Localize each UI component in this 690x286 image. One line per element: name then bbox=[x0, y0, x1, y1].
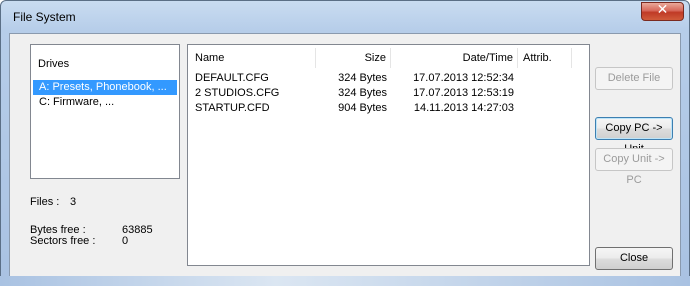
file-size: 324 Bytes bbox=[338, 72, 387, 84]
delete-file-button[interactable]: Delete File bbox=[595, 67, 673, 90]
column-header-name[interactable]: Name bbox=[188, 48, 316, 68]
files-count-value: 3 bbox=[70, 196, 77, 208]
sectors-free-label: Sectors free : bbox=[30, 235, 96, 247]
file-name: STARTUP.CFD bbox=[195, 102, 270, 114]
dialog-client-area: Drives A: Presets, Phonebook, ... C: Fir… bbox=[9, 33, 681, 277]
file-size: 904 Bytes bbox=[338, 102, 387, 114]
title-bar[interactable]: File System ✕ bbox=[1, 1, 689, 33]
column-header-datetime[interactable]: Date/Time bbox=[391, 48, 518, 68]
window-title: File System bbox=[13, 10, 76, 24]
file-datetime: 14.11.2013 14:27:03 bbox=[413, 102, 514, 114]
close-icon: ✕ bbox=[656, 2, 669, 18]
file-datetime: 17.07.2013 12:52:34 bbox=[413, 72, 514, 84]
file-name: 2 STUDIOS.CFG bbox=[195, 87, 280, 99]
file-size: 324 Bytes bbox=[338, 87, 387, 99]
window-close-button[interactable]: ✕ bbox=[641, 2, 684, 21]
drives-list[interactable]: Drives A: Presets, Phonebook, ... C: Fir… bbox=[30, 44, 180, 179]
copy-unit-to-pc-button[interactable]: Copy Unit -> PC bbox=[595, 148, 673, 186]
files-count-label: Files : bbox=[30, 196, 60, 208]
copy-pc-to-unit-button[interactable]: Copy PC -> Unit bbox=[595, 117, 673, 155]
file-system-window: File System ✕ Drives A: Presets, Phonebo… bbox=[0, 0, 690, 286]
file-name: DEFAULT.CFG bbox=[195, 72, 269, 84]
sectors-free-value: 0 bbox=[122, 235, 129, 247]
files-list-view[interactable]: Name Size Date/Time Attrib. DEFAULT.CFG … bbox=[187, 44, 590, 266]
column-header-attrib[interactable]: Attrib. bbox=[518, 48, 572, 68]
drive-item-a[interactable]: A: Presets, Phonebook, ... bbox=[33, 80, 177, 95]
column-header-size[interactable]: Size bbox=[316, 48, 391, 68]
background-strip bbox=[0, 276, 690, 286]
drives-header: Drives bbox=[38, 58, 70, 70]
file-datetime: 17.07.2013 12:53:19 bbox=[413, 87, 514, 99]
close-button[interactable]: Close bbox=[595, 247, 673, 270]
drive-item-c[interactable]: C: Firmware, ... bbox=[33, 95, 177, 110]
